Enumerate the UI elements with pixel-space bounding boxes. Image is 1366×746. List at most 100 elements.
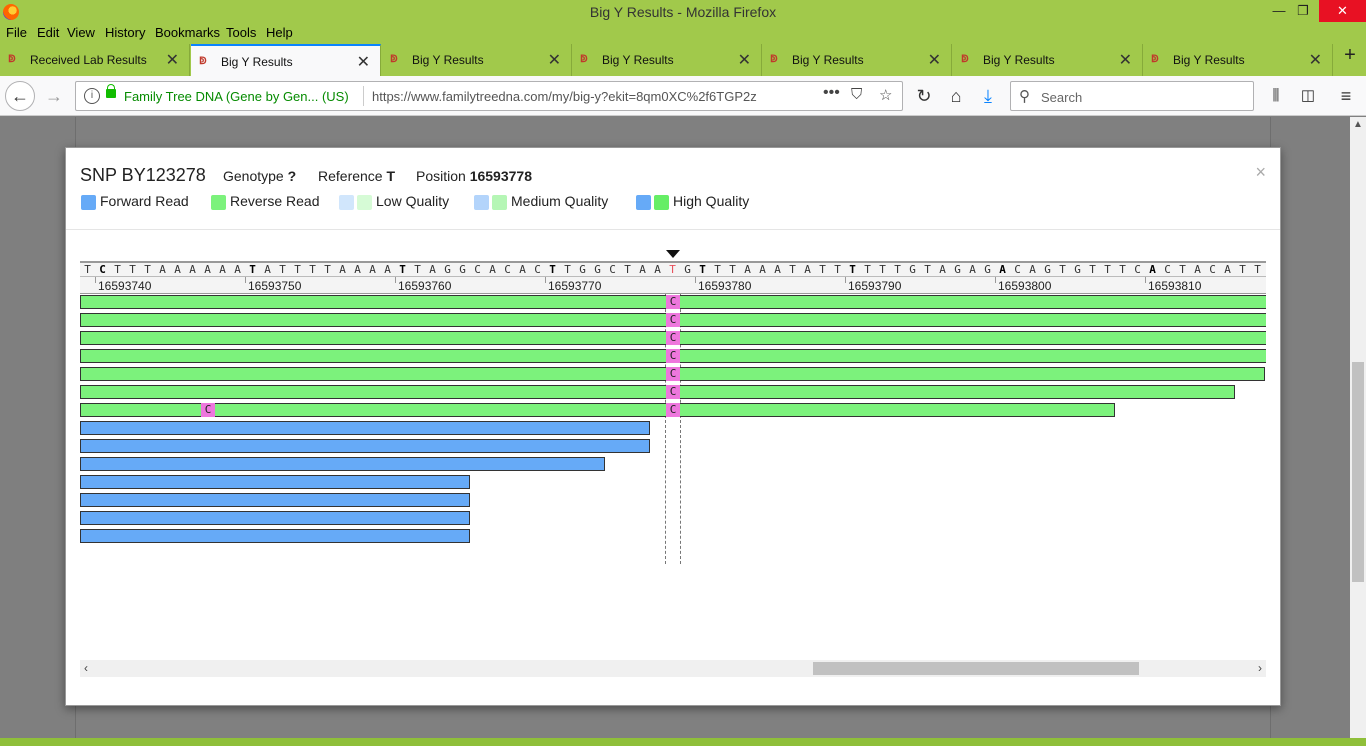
sidebar-icon[interactable]: ◫ — [1294, 82, 1322, 110]
reference-base: T — [129, 263, 136, 276]
reverse-read[interactable] — [80, 403, 1115, 417]
reference-base: T — [699, 263, 706, 276]
reference-base: A — [639, 263, 646, 276]
tab-big-y-results[interactable]: ↁ Big Y Results ✕ — [953, 44, 1143, 76]
reverse-read[interactable] — [80, 385, 1235, 399]
window-title: Big Y Results - Mozilla Firefox — [589, 4, 777, 20]
mismatch-base: C — [666, 385, 680, 399]
page-vertical-scrollbar[interactable]: ▲ — [1350, 117, 1366, 746]
snp-position-marker-icon — [666, 250, 680, 258]
close-tab-icon[interactable]: ✕ — [738, 50, 751, 70]
forward-read[interactable] — [80, 439, 650, 453]
tab-big-y-results[interactable]: ↁ Big Y Results ✕ — [572, 44, 762, 76]
bookmark-star-icon[interactable]: ☆ — [879, 86, 892, 104]
position-label: 16593750 — [248, 279, 302, 293]
forward-read[interactable] — [80, 511, 470, 525]
reference-base: C — [504, 263, 511, 276]
close-tab-icon[interactable]: ✕ — [928, 50, 941, 70]
reference-base: A — [489, 263, 496, 276]
genotype-info: Genotype ? — [223, 168, 296, 184]
reload-icon[interactable]: ↻ — [910, 82, 938, 110]
reference-base: A — [264, 263, 271, 276]
forward-read[interactable] — [80, 529, 470, 543]
menu-view[interactable]: View — [67, 25, 95, 40]
forward-read[interactable] — [80, 475, 470, 489]
reference-sequence-track: TCTTTAAAAAATATTTTAAAATTAGGCACACTTGGCTAAT… — [80, 261, 1266, 277]
close-tab-icon[interactable]: ✕ — [166, 50, 179, 70]
legend-low-forward-swatch — [339, 195, 354, 210]
position-label: 16593790 — [848, 279, 902, 293]
page-actions-icon[interactable]: ••• — [823, 84, 840, 102]
menu-edit[interactable]: Edit — [37, 25, 59, 40]
menu-tools[interactable]: Tools — [226, 25, 256, 40]
ruler-tick — [995, 277, 996, 283]
download-icon[interactable]: ⤓ — [974, 82, 1002, 110]
menu-bookmarks[interactable]: Bookmarks — [155, 25, 220, 40]
forward-read[interactable] — [80, 457, 605, 471]
menu-history[interactable]: History — [105, 25, 145, 40]
forward-read[interactable] — [80, 421, 650, 435]
reference-base: G — [444, 263, 451, 276]
ruler-tick — [1145, 277, 1146, 283]
reference-base: G — [684, 263, 691, 276]
scroll-thumb[interactable] — [1352, 362, 1364, 582]
scroll-up-icon[interactable]: ▲ — [1353, 119, 1363, 130]
reference-base: T — [324, 263, 331, 276]
close-tab-icon[interactable]: ✕ — [357, 52, 370, 72]
legend-low-label: Low Quality — [376, 193, 450, 209]
reference-base: A — [1149, 263, 1156, 276]
forward-read[interactable] — [80, 493, 470, 507]
ftdna-favicon-icon: ↁ — [199, 56, 207, 67]
tab-big-y-results[interactable]: ↁ Big Y Results ✕ — [762, 44, 952, 76]
reference-base: A — [1224, 263, 1231, 276]
menu-hamburger-icon[interactable]: ≡ — [1332, 82, 1360, 110]
reference-base: A — [204, 263, 211, 276]
snp-title: SNP BY123278 — [80, 165, 206, 185]
reference-base: A — [1029, 263, 1036, 276]
reference-base-snp: T — [669, 263, 676, 276]
lock-icon[interactable] — [106, 84, 116, 98]
genotype-label: Genotype — [223, 168, 284, 184]
read-alignment-viewer[interactable]: TCTTTAAAAAATATTTTAAAATTAGGCACACTTGGCTAAT… — [80, 244, 1266, 684]
forward-button[interactable]: → — [40, 82, 68, 110]
site-identity[interactable]: Family Tree DNA (Gene by Gen... (US) — [124, 89, 349, 104]
position-label: 16593770 — [548, 279, 602, 293]
reference-base: G — [594, 263, 601, 276]
tab-big-y-results[interactable]: ↁ Big Y Results ✕ — [382, 44, 572, 76]
tab-big-y-results-active[interactable]: ↁ Big Y Results ✕ — [191, 44, 381, 76]
url-text[interactable]: https://www.familytreedna.com/my/big-y?e… — [372, 89, 792, 104]
library-icon[interactable]: ⫼ — [1262, 82, 1290, 110]
modal-header: SNP BY123278 Genotype ? Reference T Posi… — [66, 148, 1280, 230]
position-label: 16593740 — [98, 279, 152, 293]
scroll-right-icon[interactable]: › — [1258, 661, 1262, 675]
scroll-left-icon[interactable]: ‹ — [84, 661, 88, 675]
search-box[interactable]: ⚲ Search — [1010, 81, 1254, 111]
reference-base: A — [744, 263, 751, 276]
close-tab-icon[interactable]: ✕ — [1119, 50, 1132, 70]
horizontal-scroll-thumb[interactable] — [813, 662, 1139, 675]
back-button[interactable]: ← — [5, 81, 35, 111]
close-tab-icon[interactable]: ✕ — [548, 50, 561, 70]
reference-base: T — [864, 263, 871, 276]
home-icon[interactable]: ⌂ — [942, 82, 970, 110]
menu-file[interactable]: File — [6, 25, 27, 40]
tab-big-y-results[interactable]: ↁ Big Y Results ✕ — [1143, 44, 1333, 76]
menu-help[interactable]: Help — [266, 25, 293, 40]
reference-base: C — [534, 263, 541, 276]
new-tab-button[interactable]: + — [1338, 44, 1362, 67]
tab-received-lab-results[interactable]: ↁ Received Lab Results ✕ — [0, 44, 190, 76]
reference-base: A — [189, 263, 196, 276]
tab-label: Received Lab Results — [30, 53, 147, 67]
close-tab-icon[interactable]: ✕ — [1309, 50, 1322, 70]
modal-close-button[interactable]: × — [1255, 162, 1266, 183]
close-window-button[interactable]: ✕ — [1319, 0, 1366, 22]
mismatch-base: C — [666, 349, 680, 363]
reference-base: T — [309, 263, 316, 276]
viewer-horizontal-scrollbar[interactable]: ‹ › — [80, 660, 1266, 677]
pocket-icon[interactable]: ⛉ — [851, 86, 862, 103]
reference-base: G — [954, 263, 961, 276]
reference-base: T — [144, 263, 151, 276]
url-bar[interactable]: i Family Tree DNA (Gene by Gen... (US) h… — [75, 81, 903, 111]
info-icon[interactable]: i — [84, 88, 100, 104]
ruler-tick — [95, 277, 96, 283]
